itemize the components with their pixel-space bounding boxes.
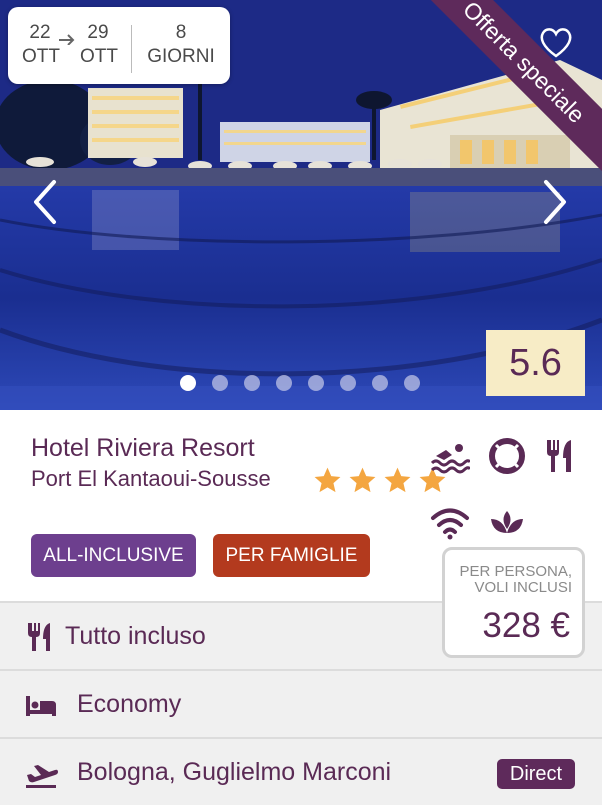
spa-icon (491, 511, 523, 533)
room-type: Economy (77, 690, 182, 718)
hotel-location: Port El Kantaoui-Sousse (31, 466, 271, 491)
end-date: 29 OTT (80, 22, 118, 67)
hotel-stars (312, 465, 448, 496)
carousel-dot[interactable] (372, 375, 388, 391)
carousel-dots (180, 375, 420, 391)
flight-row: Bologna, Guglielmo Marconi Direct (0, 737, 602, 805)
rating-score: 5.6 (486, 330, 585, 396)
direct-flight-badge: Direct (497, 759, 575, 789)
carousel-dot[interactable] (308, 375, 324, 391)
carousel-dot[interactable] (404, 375, 420, 391)
board-type: Tutto incluso (65, 622, 206, 650)
star-icon (349, 467, 376, 493)
hotel-photo-carousel[interactable]: 22 OTT 29 OTT 8 GIORNI Offerta speciale … (0, 0, 602, 410)
star-icon (314, 467, 341, 493)
star-icon (384, 467, 411, 493)
price-label: PER PERSONA, VOLI INCLUSI (459, 563, 572, 596)
airplane-departure-icon (26, 765, 58, 788)
all-inclusive-tag: ALL-INCLUSIVE (31, 534, 196, 577)
carousel-dot[interactable] (276, 375, 292, 391)
travel-dates-box: 22 OTT 29 OTT 8 GIORNI (8, 7, 230, 84)
trip-duration: 8 GIORNI (147, 22, 215, 67)
bed-icon (26, 696, 56, 716)
room-row: Economy (0, 669, 602, 737)
heart-icon[interactable] (538, 24, 574, 60)
restaurant-icon (28, 623, 50, 651)
next-photo-icon[interactable] (540, 178, 570, 226)
families-tag: PER FAMIGLIE (213, 534, 370, 577)
carousel-dot[interactable] (212, 375, 228, 391)
divider (131, 25, 132, 73)
arrow-right-icon (58, 29, 80, 50)
start-date: 22 OTT (22, 22, 60, 67)
swimming-icon (430, 444, 470, 474)
previous-photo-icon[interactable] (30, 178, 60, 226)
carousel-dot[interactable] (244, 375, 260, 391)
lifebuoy-icon (489, 438, 525, 474)
restaurant-icon (547, 440, 571, 472)
price-value: 328 € (482, 606, 570, 645)
departure-airport: Bologna, Guglielmo Marconi (77, 758, 392, 786)
hotel-name[interactable]: Hotel Riviera Resort (31, 434, 255, 463)
carousel-dot[interactable] (180, 375, 196, 391)
carousel-dot[interactable] (340, 375, 356, 391)
wifi-icon (431, 508, 469, 540)
price-box[interactable]: PER PERSONA, VOLI INCLUSI 328 € (442, 547, 585, 658)
